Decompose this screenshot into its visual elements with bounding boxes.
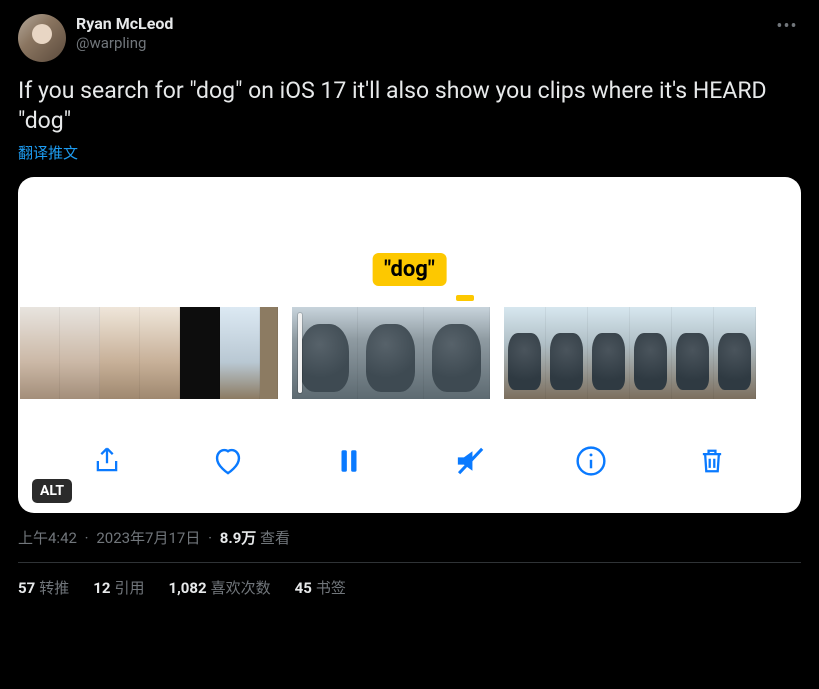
stat-label: 转推 bbox=[39, 579, 69, 597]
trash-button[interactable] bbox=[690, 439, 734, 483]
stat-label: 书签 bbox=[316, 579, 346, 597]
playhead-tick bbox=[456, 295, 474, 301]
stat-count: 1,082 bbox=[168, 579, 206, 597]
caption-chip: "dog" bbox=[372, 253, 447, 286]
like-button[interactable] bbox=[206, 439, 250, 483]
stat-count: 57 bbox=[18, 579, 35, 597]
stat-quotes[interactable]: 12引用 bbox=[93, 577, 144, 598]
stat-retweets[interactable]: 57转推 bbox=[18, 577, 69, 598]
tweet-time[interactable]: 上午4:42 bbox=[18, 529, 77, 547]
info-button[interactable] bbox=[569, 439, 613, 483]
thumbnail bbox=[292, 307, 358, 399]
tweet-container: Ryan McLeod @warpling ••• If you search … bbox=[0, 0, 819, 608]
thumbnail bbox=[424, 307, 490, 399]
separator: · bbox=[208, 529, 212, 547]
thumbnail bbox=[60, 307, 100, 399]
stat-count: 45 bbox=[295, 579, 312, 597]
thumbnail bbox=[180, 307, 220, 399]
author-block[interactable]: Ryan McLeod @warpling bbox=[76, 14, 173, 52]
tweet-text: If you search for "dog" on iOS 17 it'll … bbox=[18, 76, 801, 136]
pause-button[interactable] bbox=[327, 439, 371, 483]
thumbnail bbox=[588, 307, 630, 399]
author-display-name: Ryan McLeod bbox=[76, 14, 173, 34]
stat-bookmarks[interactable]: 45书签 bbox=[295, 577, 346, 598]
thumbnail bbox=[220, 307, 260, 399]
thumbnail bbox=[260, 307, 278, 399]
tweet-date[interactable]: 2023年7月17日 bbox=[96, 529, 200, 547]
alt-badge[interactable]: ALT bbox=[32, 479, 72, 503]
clip-group-1[interactable] bbox=[20, 307, 278, 399]
avatar[interactable] bbox=[18, 14, 66, 62]
media-top-space bbox=[18, 177, 801, 253]
views-label: 查看 bbox=[260, 529, 290, 547]
thumbnail bbox=[546, 307, 588, 399]
clip-group-3[interactable] bbox=[504, 307, 756, 399]
clip-group-2[interactable] bbox=[292, 307, 490, 399]
thumbnail bbox=[630, 307, 672, 399]
mute-button[interactable] bbox=[448, 439, 492, 483]
thumbnail bbox=[140, 307, 180, 399]
thumbnail bbox=[504, 307, 546, 399]
author-handle: @warpling bbox=[76, 34, 173, 52]
thumbnail bbox=[100, 307, 140, 399]
media-toolbar bbox=[18, 431, 801, 491]
thumbnail bbox=[358, 307, 424, 399]
thumbnail bbox=[20, 307, 60, 399]
separator: · bbox=[85, 529, 89, 547]
thumbnail bbox=[672, 307, 714, 399]
views-count: 8.9万 bbox=[220, 529, 257, 547]
share-button[interactable] bbox=[85, 439, 129, 483]
filmstrip[interactable] bbox=[18, 307, 801, 399]
more-options-button[interactable]: ••• bbox=[773, 16, 801, 37]
stat-label: 喜欢次数 bbox=[211, 579, 271, 597]
meta-line: 上午4:42 · 2023年7月17日 · 8.9万 查看 bbox=[18, 527, 801, 548]
stats-line: 57转推 12引用 1,082 喜欢次数 45书签 bbox=[18, 563, 801, 598]
stat-count: 12 bbox=[93, 579, 110, 597]
tweet-header: Ryan McLeod @warpling ••• bbox=[18, 14, 801, 62]
thumbnail bbox=[714, 307, 756, 399]
media-card[interactable]: "dog" bbox=[18, 177, 801, 513]
translate-link[interactable]: 翻译推文 bbox=[18, 142, 801, 163]
stat-label: 引用 bbox=[114, 579, 144, 597]
stat-likes[interactable]: 1,082 喜欢次数 bbox=[168, 577, 270, 598]
